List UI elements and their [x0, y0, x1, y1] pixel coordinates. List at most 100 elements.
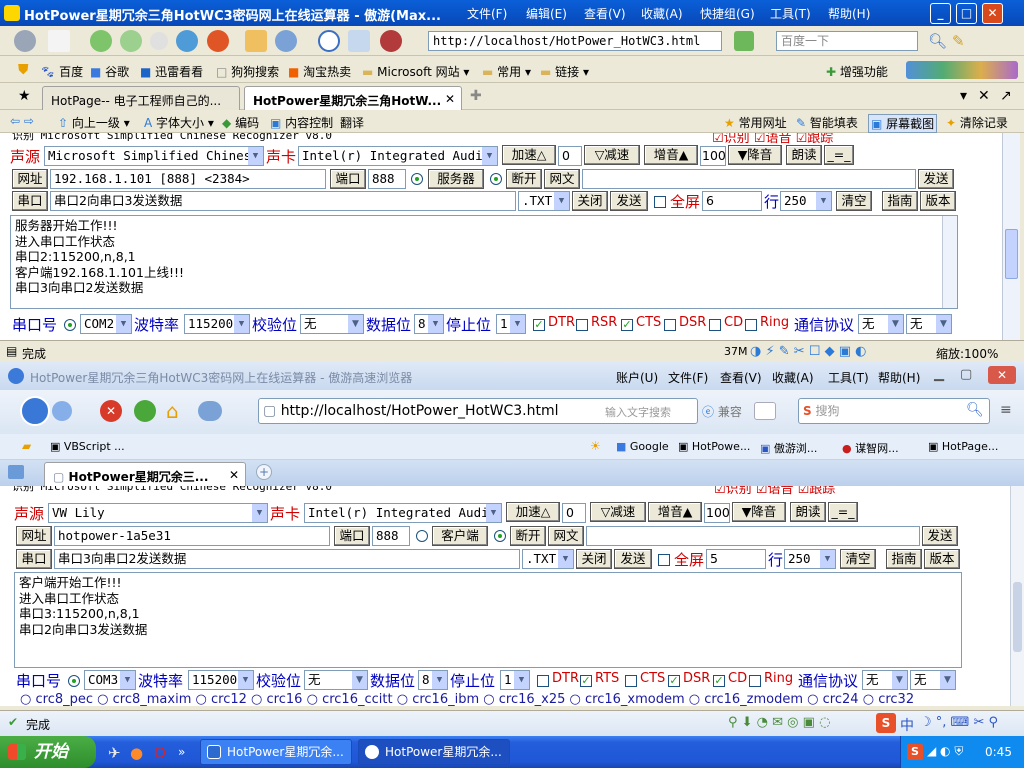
read-aloud-button-2[interactable]: 朗读 [790, 502, 826, 522]
menu-account[interactable]: 账户(U) [616, 369, 658, 386]
crc-radio-crc16-ccitt[interactable]: ○ crc16_ccitt [307, 692, 393, 706]
minimize-button-2[interactable]: ▁ [934, 367, 944, 382]
task-button-1[interactable]: HotPower星期冗余... [200, 739, 352, 765]
serial-send-field-2[interactable]: 串口3向串口2发送数据 [54, 549, 520, 569]
status-tool-icons[interactable]: ◑ ⚡ ✎ ✂ ☐ ◆ ▣ ◐ [750, 344, 866, 359]
menu-groups[interactable]: 快捷组(G) [700, 5, 755, 22]
go-button-2[interactable] [754, 402, 776, 420]
url-button[interactable]: 网址 [12, 169, 48, 189]
speed-field[interactable]: 0 [558, 146, 582, 166]
fullscreen-checkbox[interactable] [654, 196, 666, 208]
file-ext-select-2[interactable]: .TXT [522, 549, 574, 569]
font-size-button[interactable]: A 字体大小 ▾ [144, 114, 214, 131]
tab-hotpage[interactable]: HotPage-- 电子工程师自己的... [42, 86, 240, 110]
volume-down-button-2[interactable]: ▼降音 [732, 502, 786, 522]
rows-select-2[interactable]: 250 [784, 549, 836, 569]
fullscreen-field[interactable]: 6 [702, 191, 762, 211]
highlight-icon[interactable]: ✎ [952, 32, 965, 50]
tab-hotpower[interactable]: HotPower星期冗余三角HotW... ✕ [244, 86, 462, 110]
undo-icon[interactable] [275, 30, 297, 52]
menu-file[interactable]: 文件(F) [467, 5, 507, 22]
disconnect-button-2[interactable]: 断开 [510, 526, 546, 546]
client-radio[interactable] [416, 530, 428, 542]
minimize-button[interactable]: _ [930, 3, 951, 24]
speed-field-2[interactable]: 0 [562, 503, 586, 523]
address-bar[interactable]: http://localhost/HotPower_HotWC3.html [428, 31, 722, 51]
tab-list-icon[interactable] [8, 465, 24, 479]
fullscreen-checkbox-2[interactable] [658, 554, 670, 566]
misc-button[interactable]: _=_ [824, 145, 854, 165]
back-forward-icons[interactable]: ⇦ ⇨ [10, 114, 34, 128]
crc-radio-crc16-xmodem[interactable]: ○ crc16_xmodem [570, 692, 685, 706]
speed-up-button[interactable]: 加速△ [502, 145, 556, 165]
cd-checkbox-2[interactable]: ✓ [713, 675, 725, 687]
clock-icon[interactable] [318, 30, 340, 52]
fav-links[interactable]: ▬ 链接 ▾ [540, 63, 589, 80]
parity-select[interactable]: 无 [300, 314, 364, 334]
protocol-select-2[interactable]: 无 [906, 314, 952, 334]
tab-menu-icon[interactable]: ▾ [960, 88, 967, 104]
log-textarea[interactable]: 服务器开始工作!!! 进入串口工作状态 串口2:115200,n,8,1 客户端… [10, 215, 958, 309]
fav-baidu[interactable]: 🐾︎ 百度 [40, 63, 83, 80]
close-button-2[interactable]: ✕ [988, 366, 1016, 384]
volume-field[interactable]: 100 [700, 146, 726, 166]
databits-select[interactable]: 8 [414, 314, 444, 334]
common-sites-button[interactable]: ★ 常用网址 [724, 114, 787, 131]
webtext-field[interactable] [582, 169, 916, 189]
com-radio-2[interactable] [68, 675, 80, 687]
clear-button-2[interactable]: 清空 [840, 549, 876, 569]
fav-google[interactable]: ■ 谷歌 [90, 63, 129, 80]
rts-checkbox-2[interactable]: ✓ [580, 675, 592, 687]
dtr-checkbox[interactable]: ✓ [533, 319, 545, 331]
fav-common[interactable]: ▬ 常用 ▾ [482, 63, 531, 80]
log-scrollbar[interactable] [942, 216, 957, 308]
log-textarea-2[interactable]: 客户端开始工作!!! 进入串口工作状态 串口3:115200,n,8,1 串口2… [14, 572, 962, 668]
cts-checkbox-2[interactable] [625, 675, 637, 687]
send-top-button-2[interactable]: 发送 [922, 526, 958, 546]
scroll-thumb-2[interactable] [1013, 582, 1022, 652]
encoding-button[interactable]: ◆ 编码 [222, 114, 259, 131]
tab-close-all-icon[interactable]: ✕ [978, 88, 990, 104]
dsr-checkbox-2[interactable]: ✓ [668, 675, 680, 687]
serial-send-field[interactable]: 串口2向串口3发送数据 [50, 191, 516, 211]
server-button[interactable]: 服务器 [428, 169, 484, 189]
serial-button-2[interactable]: 串口 [16, 549, 52, 569]
menu-tools-2[interactable]: 工具(T) [828, 369, 869, 386]
search-input[interactable]: 百度一下 [776, 31, 918, 51]
voice-select[interactable]: Microsoft Simplified Chinese [44, 146, 264, 166]
crc-radio-crc8-maxim[interactable]: ○ crc8_maxim [97, 692, 191, 706]
start-button[interactable]: 开始 [0, 736, 96, 768]
up-level-button[interactable]: ⇧ 向上一级 ▾ [58, 114, 130, 131]
menu-edit[interactable]: 编辑(E) [526, 5, 567, 22]
opera-icon[interactable]: O [154, 744, 166, 762]
expand-icon[interactable]: » [178, 745, 185, 759]
menu-favorites-2[interactable]: 收藏(A) [772, 369, 814, 386]
new-tab-icon[interactable]: ✚ [470, 88, 482, 104]
slow-down-button[interactable]: ▽减速 [584, 145, 640, 165]
back-icon-2[interactable] [20, 396, 50, 426]
disconnect-button[interactable]: 断开 [506, 169, 542, 189]
send-top-button[interactable]: 发送 [918, 169, 954, 189]
forward-icon-2[interactable] [52, 401, 72, 421]
version-button[interactable]: 版本 [920, 191, 956, 211]
tab-pin-icon[interactable]: ↗ [1000, 88, 1012, 104]
compat-button[interactable]: ⓔ 兼容 [702, 403, 742, 420]
menu-help[interactable]: 帮助(H) [828, 5, 870, 22]
menu-file-2[interactable]: 文件(F) [668, 369, 708, 386]
fav-sun-icon[interactable]: ☀ [590, 439, 601, 453]
volume-down-button[interactable]: ▼降音 [728, 145, 782, 165]
fullscreen-field-2[interactable]: 5 [706, 549, 766, 569]
fav-taobao[interactable]: ■ 淘宝热卖 [288, 63, 351, 80]
slow-down-button-2[interactable]: ▽减速 [590, 502, 646, 522]
folder-icon[interactable]: ▰ [22, 439, 31, 453]
speed-up-button-2[interactable]: 加速△ [506, 502, 560, 522]
tab-close-icon-2[interactable]: ✕ [229, 468, 239, 482]
shield-icon[interactable]: ⛊ [18, 62, 29, 78]
crc-radio-crc16-x25[interactable]: ○ crc16_x25 [483, 692, 565, 706]
search-input-2[interactable]: S 搜狗 [798, 398, 990, 424]
new-page-icon[interactable] [48, 30, 70, 52]
refresh-icon[interactable] [176, 30, 198, 52]
ime-tool-icons[interactable]: ☽ °, ⌨ ✂ ⚲ [920, 715, 998, 730]
close-port-button-2[interactable]: 关闭 [576, 549, 612, 569]
file-ext-select[interactable]: .TXT [518, 191, 570, 211]
